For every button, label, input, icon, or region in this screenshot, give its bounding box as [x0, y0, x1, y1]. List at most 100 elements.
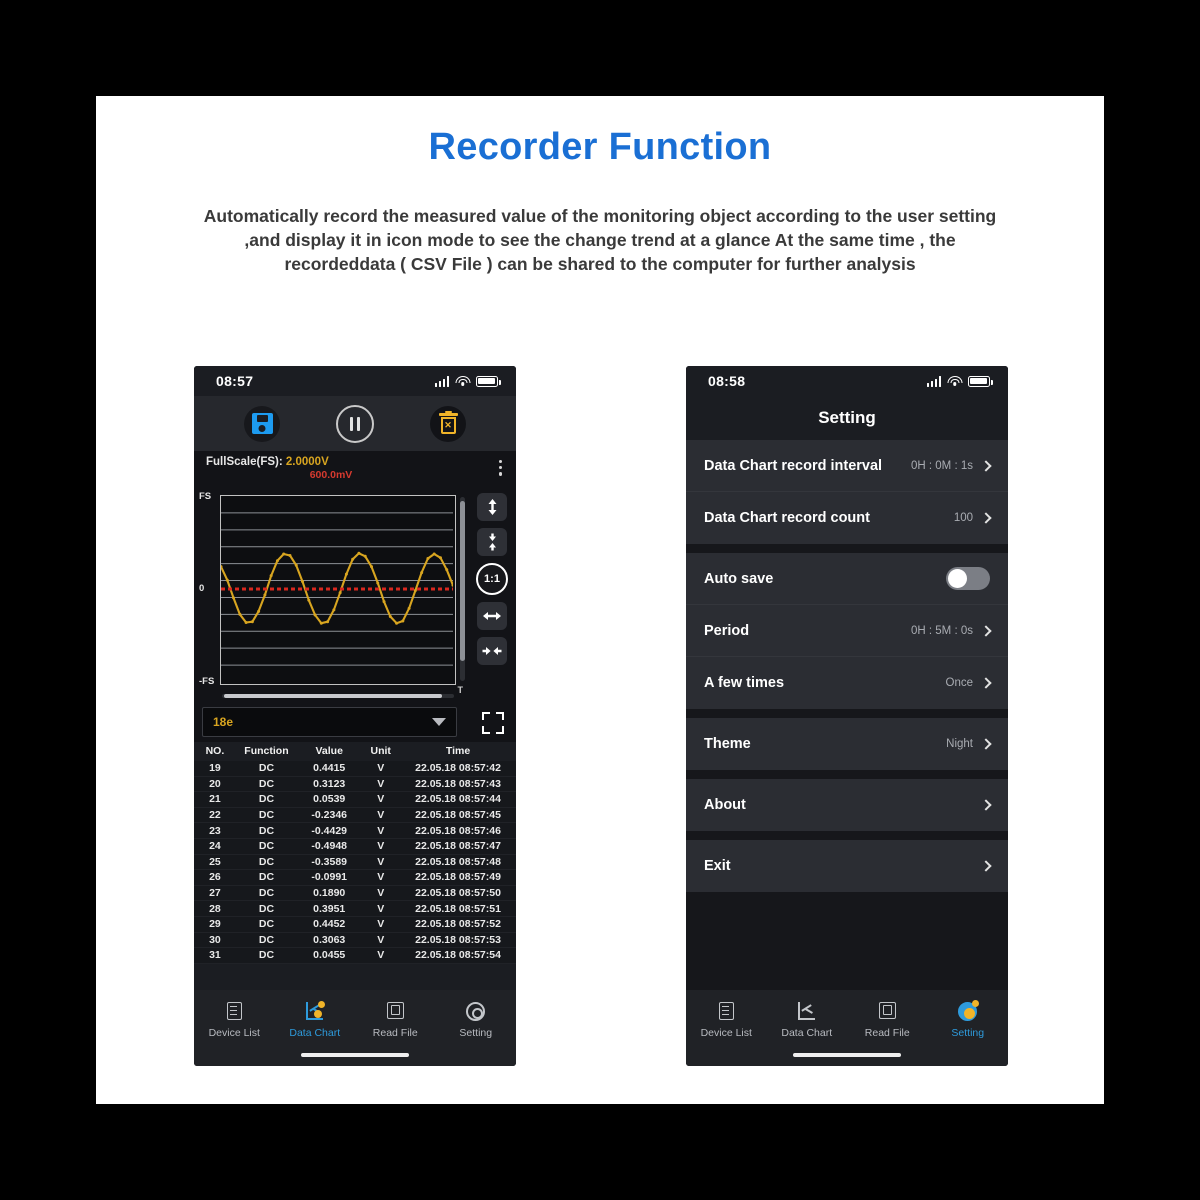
- setting-row-label: A few times: [704, 675, 785, 691]
- setting-row-label: Auto save: [704, 570, 774, 587]
- gear-icon: [957, 999, 980, 1023]
- table-header-row: NO. Function Value Unit Time: [194, 742, 516, 761]
- chart-area: FS 0 -FS T 1:1: [194, 485, 516, 701]
- setting-row-exit[interactable]: Exit: [686, 840, 1008, 892]
- battery-icon: [968, 375, 993, 387]
- table-row[interactable]: 25 DC -0.3589 V 22.05.18 08:57:48: [194, 854, 516, 871]
- table-row[interactable]: 29 DC 0.4452 V 22.05.18 08:57:52: [194, 916, 516, 933]
- table-cell: DC: [235, 885, 298, 902]
- setting-row-auto-save[interactable]: Auto save: [686, 553, 1008, 605]
- nav-item-setting[interactable]: Setting: [928, 990, 1009, 1050]
- nav-item-device-list[interactable]: Device List: [686, 990, 767, 1050]
- recorder-toolbar: ✕: [194, 396, 516, 451]
- fullscale-line: FullScale(FS): 2.0000V: [206, 456, 506, 468]
- setting-row-a-few-times[interactable]: A few times Once: [686, 657, 1008, 709]
- fullscale-bar: FullScale(FS): 2.0000V 600.0mV: [194, 451, 516, 485]
- reset-ratio-button[interactable]: 1:1: [476, 563, 508, 595]
- status-clock: 08:58: [708, 373, 746, 389]
- table-row[interactable]: 21 DC 0.0539 V 22.05.18 08:57:44: [194, 791, 516, 808]
- table-cell: 22.05.18 08:57:42: [400, 761, 516, 777]
- table-header-cell: Time: [400, 742, 516, 761]
- table-row[interactable]: 19 DC 0.4415 V 22.05.18 08:57:42: [194, 761, 516, 777]
- table-cell: V: [361, 932, 401, 949]
- table-cell: 22.05.18 08:57:48: [400, 854, 516, 871]
- setting-row-data-chart-record-interval[interactable]: Data Chart record interval 0H : 0M : 1s: [686, 440, 1008, 492]
- table-row[interactable]: 22 DC -0.2346 V 22.05.18 08:57:45: [194, 807, 516, 824]
- table-row[interactable]: 26 DC -0.0991 V 22.05.18 08:57:49: [194, 869, 516, 886]
- table-cell: 22.05.18 08:57:53: [400, 932, 516, 949]
- table-body: 19 DC 0.4415 V 22.05.18 08:57:42 20 DC 0.3123 V 2…: [194, 761, 516, 964]
- nav-item-read-file[interactable]: Read File: [355, 990, 436, 1050]
- table-cell: DC: [235, 838, 298, 855]
- nav-item-label: Setting: [951, 1026, 985, 1039]
- table-cell: DC: [235, 807, 298, 824]
- table-row[interactable]: 24 DC -0.4948 V 22.05.18 08:57:47: [194, 838, 516, 855]
- setting-row-data-chart-record-count[interactable]: Data Chart record count 100: [686, 492, 1008, 544]
- table-cell: 22.05.18 08:57:49: [400, 869, 516, 886]
- status-clock: 08:57: [216, 373, 254, 389]
- table-cell: 22.05.18 08:57:54: [400, 947, 516, 964]
- table-row[interactable]: 31 DC 0.0455 V 22.05.18 08:57:54: [194, 947, 516, 964]
- waveform-plot[interactable]: [220, 495, 456, 685]
- pause-button[interactable]: [336, 404, 374, 443]
- phone-setting-screen: 08:58 Setting Data Chart record interval…: [686, 366, 1008, 1066]
- chevron-right-icon: [980, 799, 992, 811]
- table-cell: 23: [194, 822, 236, 839]
- table-row[interactable]: 27 DC 0.1890 V 22.05.18 08:57:50: [194, 885, 516, 902]
- axis-label-zero: 0: [199, 583, 205, 594]
- status-bar-left: 08:57: [194, 366, 516, 396]
- chevron-right-icon: [980, 624, 992, 637]
- table-cell: 22.05.18 08:57:51: [400, 900, 516, 917]
- read-file-icon: [877, 1001, 898, 1023]
- table-cell: V: [361, 776, 401, 793]
- table-cell: 0.0455: [297, 947, 362, 964]
- table-cell: 24: [194, 838, 236, 855]
- settings-group: Exit: [686, 840, 1008, 892]
- setting-row-control: 0H : 0M : 1s: [911, 460, 992, 472]
- table-cell: 22.05.18 08:57:44: [400, 791, 516, 808]
- nav-items-left: Device List Data Chart Read File Setting: [194, 990, 516, 1050]
- table-row[interactable]: 30 DC 0.3063 V 22.05.18 08:57:53: [194, 932, 516, 949]
- delete-button[interactable]: ✕: [430, 405, 466, 442]
- nav-item-read-file[interactable]: Read File: [847, 990, 928, 1050]
- table-cell: 22.05.18 08:57:52: [400, 916, 516, 933]
- vertical-scrollbar[interactable]: [460, 497, 465, 681]
- setting-row-value: Once: [945, 677, 974, 689]
- setting-row-about[interactable]: About: [686, 779, 1008, 831]
- status-icons: [434, 375, 501, 387]
- horizontal-scrollbar[interactable]: [222, 693, 454, 698]
- expand-vertical-button[interactable]: [477, 493, 507, 521]
- signal-bars-icon: [434, 375, 449, 387]
- setting-row-period[interactable]: Period 0H : 5M : 0s: [686, 605, 1008, 657]
- table-cell: V: [361, 761, 401, 777]
- more-options-icon[interactable]: [498, 460, 502, 476]
- nav-item-device-list[interactable]: Device List: [194, 990, 275, 1050]
- shrink-horizontal-button[interactable]: [477, 637, 507, 665]
- table-cell: 22.05.18 08:57:47: [400, 838, 516, 855]
- save-button[interactable]: [244, 405, 280, 442]
- fullscreen-expand-icon[interactable]: [482, 712, 504, 734]
- expand-horizontal-button[interactable]: [477, 602, 507, 630]
- nav-item-data-chart[interactable]: Data Chart: [767, 990, 848, 1050]
- setting-row-theme[interactable]: Theme Night: [686, 718, 1008, 770]
- fullscale-value: 2.0000V: [285, 456, 329, 468]
- table-cell: 30: [194, 932, 236, 949]
- settings-group-divider: [686, 709, 1008, 718]
- table-cell: V: [361, 791, 401, 808]
- file-dropdown[interactable]: 18e: [202, 707, 457, 737]
- page-description: Automatically record the measured value …: [203, 206, 997, 275]
- table-row[interactable]: 23 DC -0.4429 V 22.05.18 08:57:46: [194, 822, 516, 839]
- table-row[interactable]: 28 DC 0.3951 V 22.05.18 08:57:51: [194, 900, 516, 917]
- data-chart-icon: [796, 1001, 817, 1023]
- nav-item-label: Read File: [864, 1026, 910, 1039]
- nav-item-setting[interactable]: Setting: [436, 990, 517, 1050]
- toggle-switch[interactable]: [946, 567, 990, 590]
- table-row[interactable]: 20 DC 0.3123 V 22.05.18 08:57:43: [194, 776, 516, 793]
- fullscale-secondary: 600.0mV: [309, 469, 353, 481]
- content-card: Recorder Function Automatically record t…: [96, 96, 1104, 1104]
- nav-items-right: Device List Data Chart Read File Setting: [686, 990, 1008, 1050]
- nav-item-data-chart[interactable]: Data Chart: [275, 990, 356, 1050]
- nav-item-label: Device List: [700, 1026, 752, 1039]
- waveform-svg: [221, 512, 455, 666]
- shrink-vertical-button[interactable]: [477, 528, 507, 556]
